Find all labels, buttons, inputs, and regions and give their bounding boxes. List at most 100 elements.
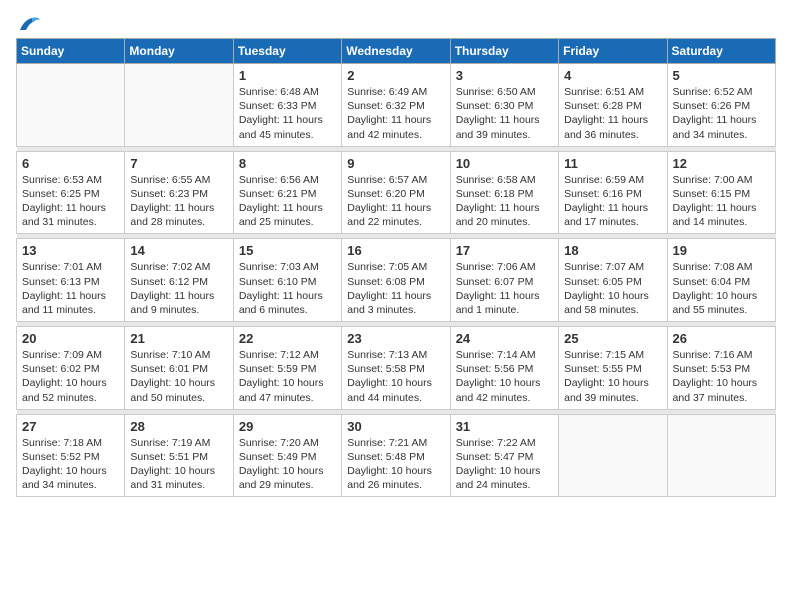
day-info: Sunrise: 7:01 AMSunset: 6:13 PMDaylight:… <box>22 260 119 317</box>
day-info: Sunrise: 6:59 AMSunset: 6:16 PMDaylight:… <box>564 173 661 230</box>
day-info: Sunrise: 7:16 AMSunset: 5:53 PMDaylight:… <box>673 348 770 405</box>
weekday-header-thursday: Thursday <box>450 39 558 64</box>
calendar-cell: 16 Sunrise: 7:05 AMSunset: 6:08 PMDayligh… <box>342 239 450 322</box>
calendar-cell: 23 Sunrise: 7:13 AMSunset: 5:58 PMDayligh… <box>342 327 450 410</box>
day-number: 7 <box>130 156 227 171</box>
calendar-table: SundayMondayTuesdayWednesdayThursdayFrid… <box>16 38 776 497</box>
day-number: 20 <box>22 331 119 346</box>
weekday-header-tuesday: Tuesday <box>233 39 341 64</box>
calendar-cell: 11 Sunrise: 6:59 AMSunset: 6:16 PMDayligh… <box>559 151 667 234</box>
calendar-cell: 27Sunrise: 7:18 AMSunset: 5:52 PMDayligh… <box>17 414 125 497</box>
day-number: 19 <box>673 243 770 258</box>
day-info: Sunrise: 7:14 AMSunset: 5:56 PMDaylight:… <box>456 348 553 405</box>
calendar-cell: 26 Sunrise: 7:16 AMSunset: 5:53 PMDayligh… <box>667 327 775 410</box>
day-number: 26 <box>673 331 770 346</box>
day-number: 15 <box>239 243 336 258</box>
day-info: Sunrise: 7:05 AMSunset: 6:08 PMDaylight:… <box>347 260 444 317</box>
day-info: Sunrise: 6:48 AMSunset: 6:33 PMDaylight:… <box>239 85 336 142</box>
day-number: 2 <box>347 68 444 83</box>
day-number: 24 <box>456 331 553 346</box>
day-info: Sunrise: 7:02 AMSunset: 6:12 PMDaylight:… <box>130 260 227 317</box>
week-row-3: 13 Sunrise: 7:01 AMSunset: 6:13 PMDayligh… <box>17 239 776 322</box>
day-info: Sunrise: 7:10 AMSunset: 6:01 PMDaylight:… <box>130 348 227 405</box>
day-info: Sunrise: 6:53 AMSunset: 6:25 PMDaylight:… <box>22 173 119 230</box>
day-info: Sunrise: 7:13 AMSunset: 5:58 PMDaylight:… <box>347 348 444 405</box>
weekday-header-row: SundayMondayTuesdayWednesdayThursdayFrid… <box>17 39 776 64</box>
day-info: Sunrise: 7:06 AMSunset: 6:07 PMDaylight:… <box>456 260 553 317</box>
calendar-cell: 29 Sunrise: 7:20 AMSunset: 5:49 PMDayligh… <box>233 414 341 497</box>
day-number: 11 <box>564 156 661 171</box>
calendar-cell: 3 Sunrise: 6:50 AMSunset: 6:30 PMDaylight… <box>450 64 558 147</box>
calendar-cell: 21 Sunrise: 7:10 AMSunset: 6:01 PMDayligh… <box>125 327 233 410</box>
day-info: Sunrise: 7:03 AMSunset: 6:10 PMDaylight:… <box>239 260 336 317</box>
day-number: 5 <box>673 68 770 83</box>
weekday-header-monday: Monday <box>125 39 233 64</box>
day-info: Sunrise: 6:56 AMSunset: 6:21 PMDaylight:… <box>239 173 336 230</box>
calendar-cell: 28 Sunrise: 7:19 AMSunset: 5:51 PMDayligh… <box>125 414 233 497</box>
day-info: Sunrise: 7:21 AMSunset: 5:48 PMDaylight:… <box>347 436 444 493</box>
day-number: 12 <box>673 156 770 171</box>
day-number: 23 <box>347 331 444 346</box>
day-number: 3 <box>456 68 553 83</box>
calendar-cell: 2Sunrise: 6:49 AMSunset: 6:32 PMDaylight… <box>342 64 450 147</box>
day-info: Sunrise: 7:12 AMSunset: 5:59 PMDaylight:… <box>239 348 336 405</box>
day-number: 13 <box>22 243 119 258</box>
calendar-cell: 4 Sunrise: 6:51 AMSunset: 6:28 PMDaylight… <box>559 64 667 147</box>
day-number: 25 <box>564 331 661 346</box>
day-info: Sunrise: 6:52 AMSunset: 6:26 PMDaylight:… <box>673 85 770 142</box>
day-number: 14 <box>130 243 227 258</box>
day-info: Sunrise: 6:50 AMSunset: 6:30 PMDaylight:… <box>456 85 553 142</box>
page-header <box>16 16 776 30</box>
week-row-4: 20 Sunrise: 7:09 AMSunset: 6:02 PMDayligh… <box>17 327 776 410</box>
calendar-cell: 17 Sunrise: 7:06 AMSunset: 6:07 PMDayligh… <box>450 239 558 322</box>
calendar-cell: 19 Sunrise: 7:08 AMSunset: 6:04 PMDayligh… <box>667 239 775 322</box>
day-info: Sunrise: 7:08 AMSunset: 6:04 PMDaylight:… <box>673 260 770 317</box>
day-number: 10 <box>456 156 553 171</box>
weekday-header-wednesday: Wednesday <box>342 39 450 64</box>
weekday-header-saturday: Saturday <box>667 39 775 64</box>
calendar-cell: 13 Sunrise: 7:01 AMSunset: 6:13 PMDayligh… <box>17 239 125 322</box>
calendar-cell: 8 Sunrise: 6:56 AMSunset: 6:21 PMDaylight… <box>233 151 341 234</box>
week-row-2: 6 Sunrise: 6:53 AMSunset: 6:25 PMDaylight… <box>17 151 776 234</box>
calendar-cell <box>17 64 125 147</box>
day-number: 22 <box>239 331 336 346</box>
calendar-cell: 22 Sunrise: 7:12 AMSunset: 5:59 PMDayligh… <box>233 327 341 410</box>
calendar-cell: 14 Sunrise: 7:02 AMSunset: 6:12 PMDayligh… <box>125 239 233 322</box>
day-number: 18 <box>564 243 661 258</box>
week-row-1: 1 Sunrise: 6:48 AMSunset: 6:33 PMDaylight… <box>17 64 776 147</box>
day-number: 17 <box>456 243 553 258</box>
day-info: Sunrise: 7:09 AMSunset: 6:02 PMDaylight:… <box>22 348 119 405</box>
calendar-cell: 31Sunrise: 7:22 AMSunset: 5:47 PMDayligh… <box>450 414 558 497</box>
day-number: 21 <box>130 331 227 346</box>
day-number: 29 <box>239 419 336 434</box>
day-number: 28 <box>130 419 227 434</box>
logo <box>16 16 40 30</box>
calendar-cell: 24 Sunrise: 7:14 AMSunset: 5:56 PMDayligh… <box>450 327 558 410</box>
day-info: Sunrise: 7:19 AMSunset: 5:51 PMDaylight:… <box>130 436 227 493</box>
day-number: 8 <box>239 156 336 171</box>
day-number: 30 <box>347 419 444 434</box>
day-info: Sunrise: 6:51 AMSunset: 6:28 PMDaylight:… <box>564 85 661 142</box>
day-number: 6 <box>22 156 119 171</box>
calendar-cell: 12 Sunrise: 7:00 AMSunset: 6:15 PMDayligh… <box>667 151 775 234</box>
day-info: Sunrise: 7:00 AMSunset: 6:15 PMDaylight:… <box>673 173 770 230</box>
day-number: 27 <box>22 419 119 434</box>
weekday-header-friday: Friday <box>559 39 667 64</box>
day-info: Sunrise: 7:20 AMSunset: 5:49 PMDaylight:… <box>239 436 336 493</box>
calendar-cell <box>125 64 233 147</box>
calendar-cell: 7 Sunrise: 6:55 AMSunset: 6:23 PMDaylight… <box>125 151 233 234</box>
day-number: 4 <box>564 68 661 83</box>
calendar-cell: 25 Sunrise: 7:15 AMSunset: 5:55 PMDayligh… <box>559 327 667 410</box>
day-info: Sunrise: 7:15 AMSunset: 5:55 PMDaylight:… <box>564 348 661 405</box>
day-info: Sunrise: 7:07 AMSunset: 6:05 PMDaylight:… <box>564 260 661 317</box>
logo-bird-icon <box>18 16 40 34</box>
calendar-cell: 30 Sunrise: 7:21 AMSunset: 5:48 PMDayligh… <box>342 414 450 497</box>
day-info: Sunrise: 6:58 AMSunset: 6:18 PMDaylight:… <box>456 173 553 230</box>
calendar-cell: 18 Sunrise: 7:07 AMSunset: 6:05 PMDayligh… <box>559 239 667 322</box>
day-info: Sunrise: 6:55 AMSunset: 6:23 PMDaylight:… <box>130 173 227 230</box>
day-number: 9 <box>347 156 444 171</box>
day-number: 16 <box>347 243 444 258</box>
day-number: 1 <box>239 68 336 83</box>
calendar-cell <box>667 414 775 497</box>
day-number: 31 <box>456 419 553 434</box>
